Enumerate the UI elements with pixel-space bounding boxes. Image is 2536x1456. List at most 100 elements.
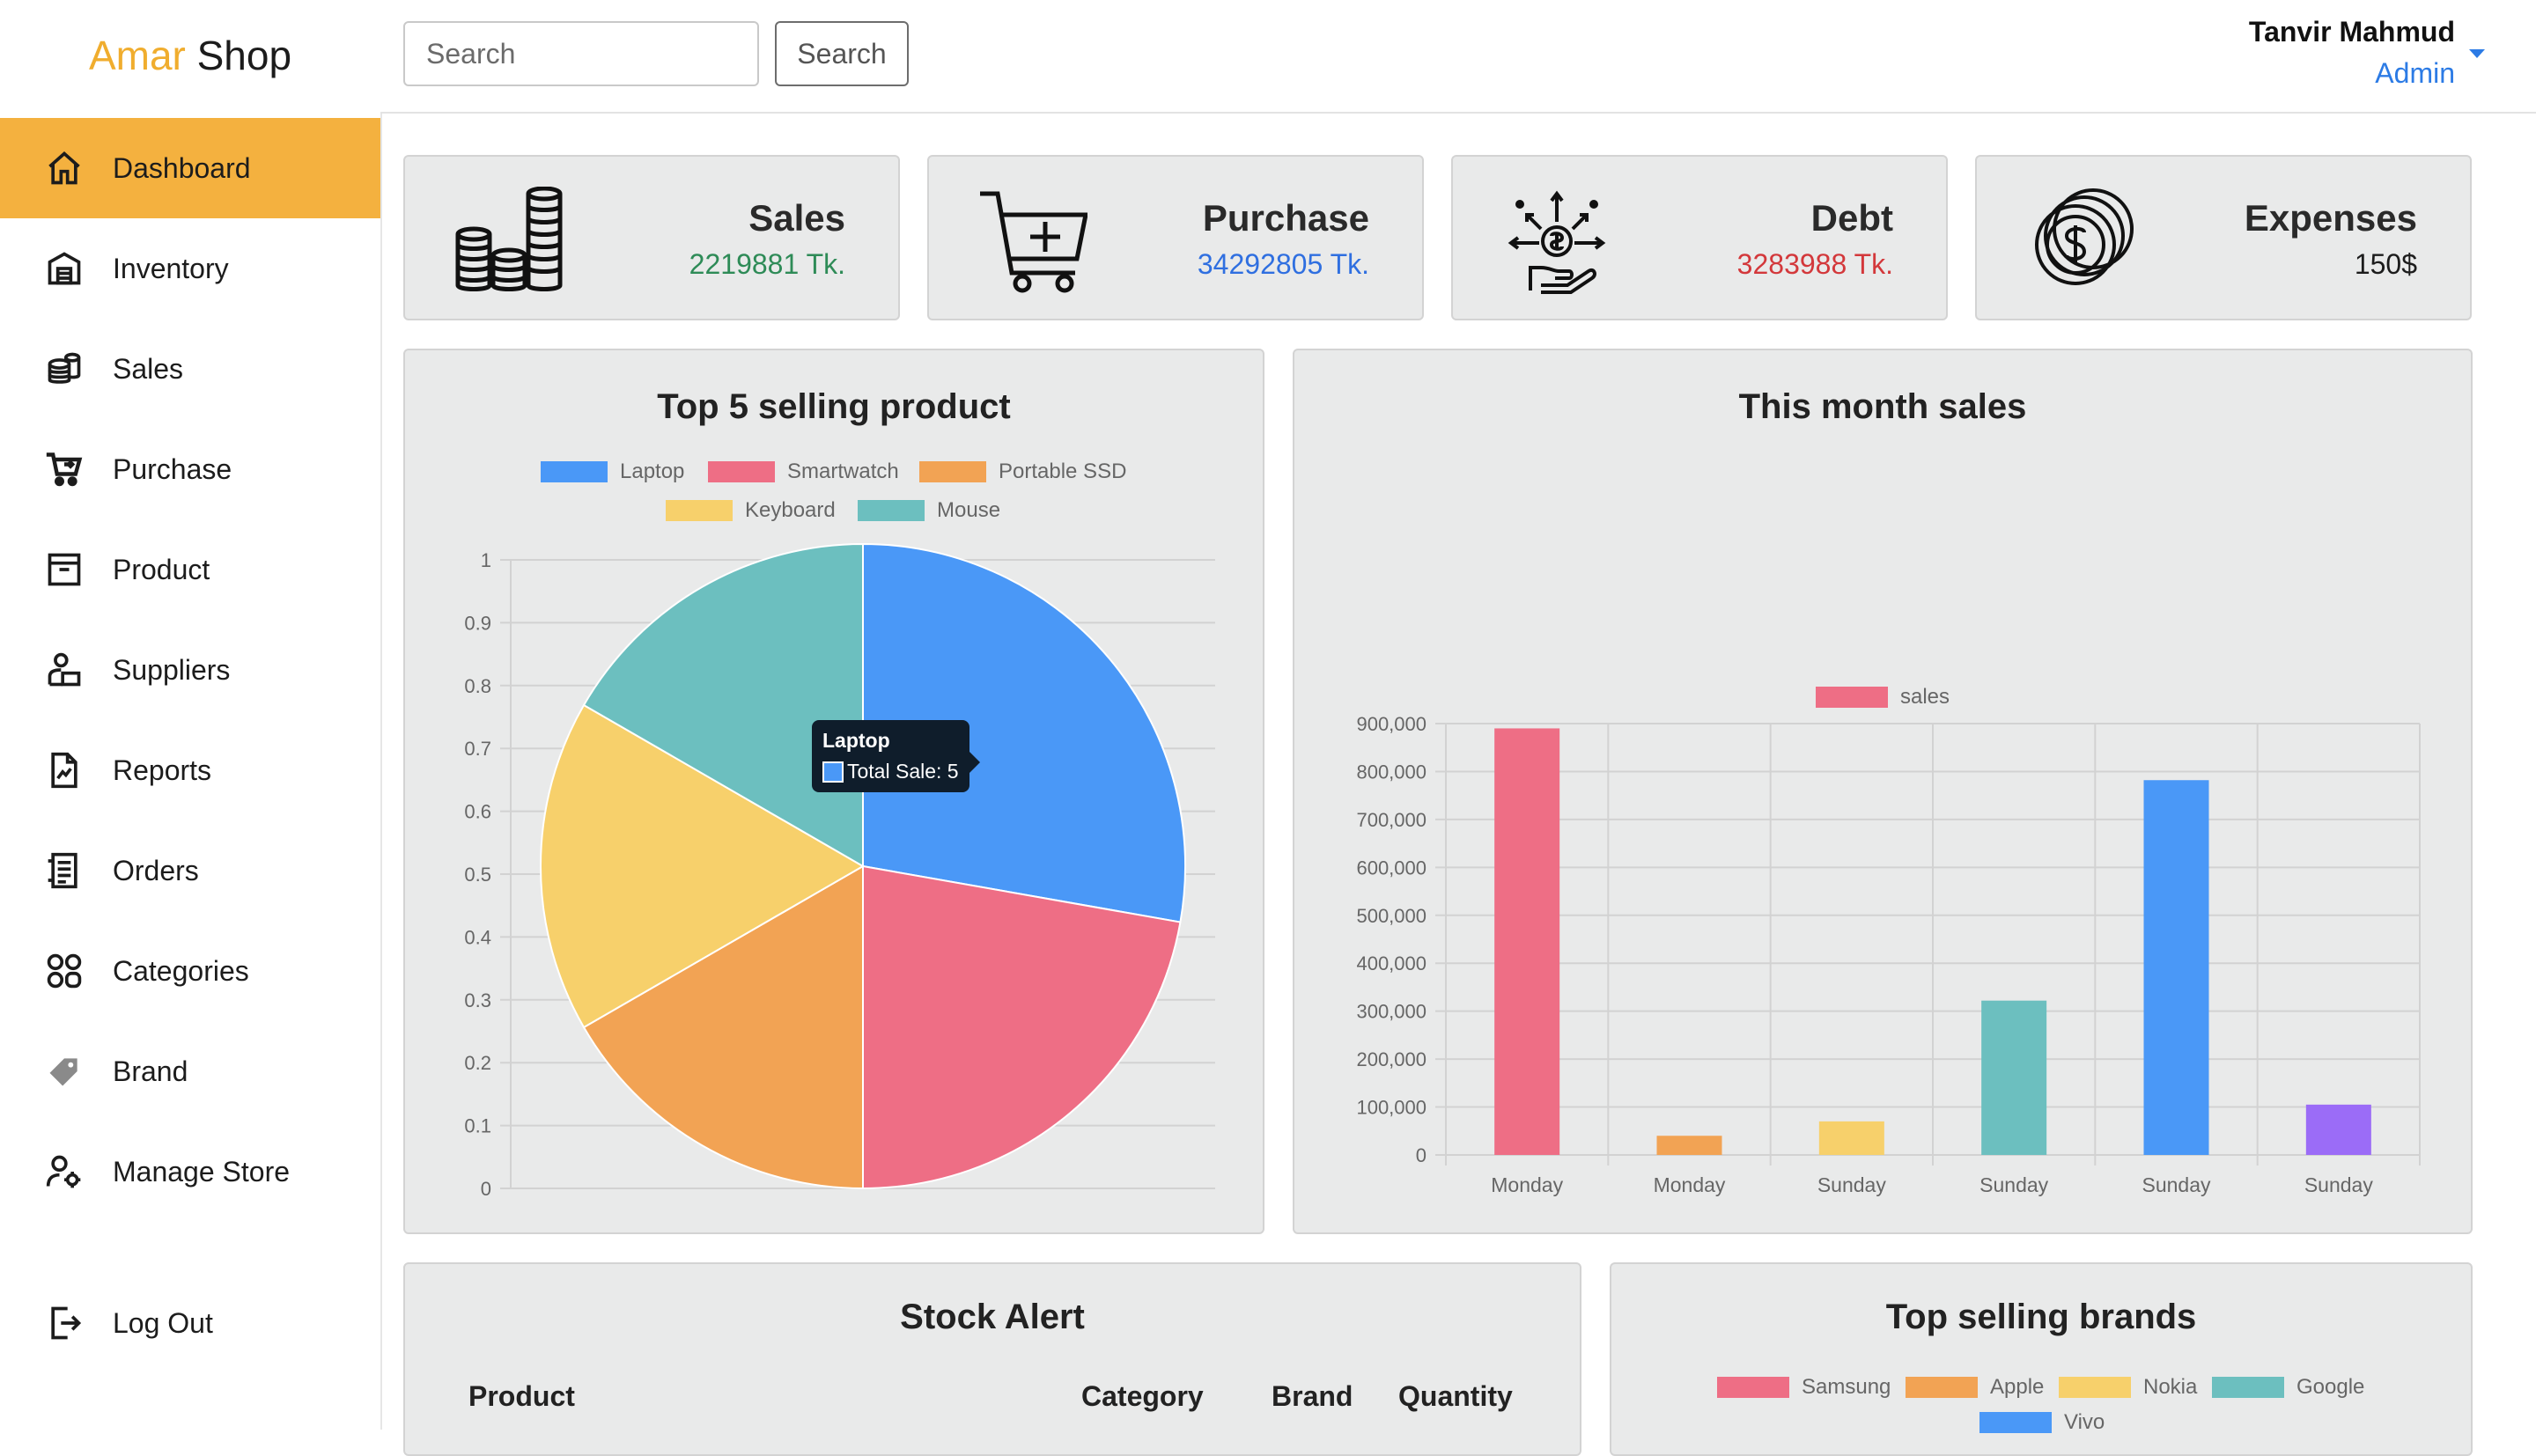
cart-plus-icon bbox=[978, 187, 1089, 296]
y-tick-label: 0.2 bbox=[464, 1052, 491, 1074]
y-tick-label: 700,000 bbox=[1356, 809, 1426, 831]
x-tick-label: Sunday bbox=[1979, 1173, 2049, 1196]
y-tick-label: 500,000 bbox=[1356, 905, 1426, 927]
y-tick-label: 0 bbox=[481, 1178, 491, 1200]
y-tick-label: 600,000 bbox=[1356, 857, 1426, 879]
column-header-category[interactable]: Category bbox=[1081, 1380, 1204, 1413]
sidebar-item-suppliers[interactable]: Suppliers bbox=[0, 620, 380, 720]
stat-value: 2219881 Tk. bbox=[689, 248, 845, 280]
money-hand-icon bbox=[1502, 187, 1611, 296]
y-tick-label: 100,000 bbox=[1356, 1097, 1426, 1119]
search-input[interactable] bbox=[403, 21, 759, 86]
pie-chart: 1 0.9 0.8 0.7 0.6 0.5 0.4 0.3 0.2 0.1 0 bbox=[464, 542, 1215, 1200]
y-tick-label: 0.5 bbox=[464, 864, 491, 886]
coin-stacks-icon bbox=[454, 186, 564, 296]
chevron-down-icon[interactable] bbox=[2469, 49, 2485, 58]
sidebar-item-brand[interactable]: Brand bbox=[0, 1021, 380, 1121]
sidebar: Amar Shop Dashboard Inventory Sales Purc… bbox=[0, 0, 382, 1430]
x-tick-label: Monday bbox=[1491, 1173, 1563, 1196]
sidebar-item-label: Brand bbox=[113, 1055, 188, 1087]
receipt-icon bbox=[44, 850, 85, 891]
column-header-brand[interactable]: Brand bbox=[1272, 1380, 1353, 1413]
cart-icon bbox=[44, 449, 85, 489]
legend-swatch bbox=[2059, 1377, 2131, 1398]
stat-value: 150$ bbox=[2354, 248, 2417, 280]
warehouse-icon bbox=[44, 248, 85, 289]
y-tick-label: 800,000 bbox=[1356, 761, 1426, 783]
sales-stat-card[interactable]: Sales 2219881 Tk. bbox=[403, 155, 900, 320]
chart-tooltip: Laptop Total Sale: 5 bbox=[812, 720, 980, 792]
legend-swatch bbox=[2212, 1377, 2284, 1398]
y-tick-label: 0.7 bbox=[464, 738, 491, 760]
sidebar-item-orders[interactable]: Orders bbox=[0, 820, 380, 921]
stat-title: Sales bbox=[748, 197, 845, 239]
y-tick-label: 0.4 bbox=[464, 926, 491, 948]
legend-label: Apple bbox=[1990, 1375, 2045, 1399]
y-tick-label: 300,000 bbox=[1356, 1001, 1426, 1023]
stock-alert-panel: Stock Alert Product Category Brand Quant… bbox=[403, 1262, 1581, 1456]
purchase-stat-card[interactable]: Purchase 34292805 Tk. bbox=[927, 155, 1424, 320]
legend-label: Samsung bbox=[1802, 1375, 1891, 1399]
x-tick-label: Monday bbox=[1654, 1173, 1726, 1196]
categories-icon bbox=[44, 951, 85, 991]
logout-icon bbox=[44, 1303, 85, 1343]
logo-part-shop: Shop bbox=[196, 33, 292, 78]
legend-item-google[interactable]: Google bbox=[2212, 1375, 2364, 1400]
y-tick-label: 0 bbox=[1416, 1144, 1426, 1166]
month-sales-panel: This month sales sales 900,000 800,000 700… bbox=[1293, 349, 2473, 1234]
legend-item-apple[interactable]: Apple bbox=[1906, 1375, 2044, 1400]
stat-title: Purchase bbox=[1202, 197, 1369, 239]
y-tick-label: 0.8 bbox=[464, 675, 491, 697]
sidebar-item-sales[interactable]: Sales bbox=[0, 319, 380, 419]
user-role: Admin bbox=[2375, 57, 2455, 89]
dollar-coins-icon bbox=[2026, 187, 2135, 296]
sidebar-item-label: Suppliers bbox=[113, 653, 231, 686]
sidebar-item-label: Orders bbox=[113, 854, 199, 886]
column-header-product[interactable]: Product bbox=[468, 1380, 575, 1413]
y-tick-label: 0.6 bbox=[464, 801, 491, 823]
user-gear-icon bbox=[44, 1151, 85, 1192]
top-header: Search Tanvir Mahmud Admin bbox=[380, 0, 2536, 114]
logout-button[interactable]: Log Out bbox=[0, 1273, 380, 1373]
expenses-stat-card[interactable]: Expenses 150$ bbox=[1975, 155, 2472, 320]
stat-value: 3283988 Tk. bbox=[1736, 248, 1893, 280]
sidebar-item-categories[interactable]: Categories bbox=[0, 921, 380, 1021]
search-button[interactable]: Search bbox=[775, 21, 909, 86]
legend-label: Vivo bbox=[2064, 1410, 2105, 1434]
x-tick-label: Sunday bbox=[2142, 1173, 2211, 1196]
bar-monday bbox=[1656, 1136, 1722, 1155]
legend-swatch bbox=[1717, 1377, 1789, 1398]
archive-box-icon bbox=[44, 549, 85, 590]
bar-sunday bbox=[1818, 1121, 1884, 1155]
sidebar-item-label: Categories bbox=[113, 954, 249, 987]
pie-slice-smartwatch bbox=[862, 864, 1182, 1190]
legend-item-vivo[interactable]: Vivo bbox=[1979, 1410, 2105, 1435]
stat-title: Expenses bbox=[2244, 197, 2417, 239]
legend-item-samsung[interactable]: Samsung bbox=[1717, 1375, 1891, 1400]
legend-swatch bbox=[1979, 1412, 2052, 1433]
sidebar-item-label: Sales bbox=[113, 352, 184, 385]
y-tick-label: 200,000 bbox=[1356, 1048, 1426, 1070]
sidebar-item-label: Dashboard bbox=[113, 151, 251, 184]
bar-sunday bbox=[1981, 1000, 2047, 1155]
sidebar-item-purchase[interactable]: Purchase bbox=[0, 419, 380, 519]
sidebar-item-reports[interactable]: Reports bbox=[0, 720, 380, 820]
sidebar-item-label: Purchase bbox=[113, 452, 232, 485]
column-header-quantity[interactable]: Quantity bbox=[1398, 1380, 1513, 1413]
legend-item-nokia[interactable]: Nokia bbox=[2059, 1375, 2197, 1400]
stat-title: Debt bbox=[1810, 197, 1893, 239]
legend-label: Google bbox=[2296, 1375, 2365, 1399]
bar-sunday bbox=[2305, 1104, 2371, 1155]
y-tick-label: 0.3 bbox=[464, 989, 491, 1011]
sidebar-item-manage-store[interactable]: Manage Store bbox=[0, 1121, 380, 1222]
debt-stat-card[interactable]: Debt 3283988 Tk. bbox=[1451, 155, 1948, 320]
y-tick-label: 1 bbox=[481, 549, 491, 571]
sidebar-item-label: Product bbox=[113, 553, 210, 585]
sidebar-item-inventory[interactable]: Inventory bbox=[0, 218, 380, 319]
sidebar-item-dashboard[interactable]: Dashboard bbox=[0, 118, 380, 218]
x-tick-label: Sunday bbox=[2304, 1173, 2374, 1196]
legend-swatch bbox=[1906, 1377, 1978, 1398]
sidebar-item-product[interactable]: Product bbox=[0, 519, 380, 620]
user-menu[interactable]: Tanvir Mahmud Admin bbox=[2249, 16, 2455, 90]
app-logo[interactable]: Amar Shop bbox=[0, 32, 380, 79]
